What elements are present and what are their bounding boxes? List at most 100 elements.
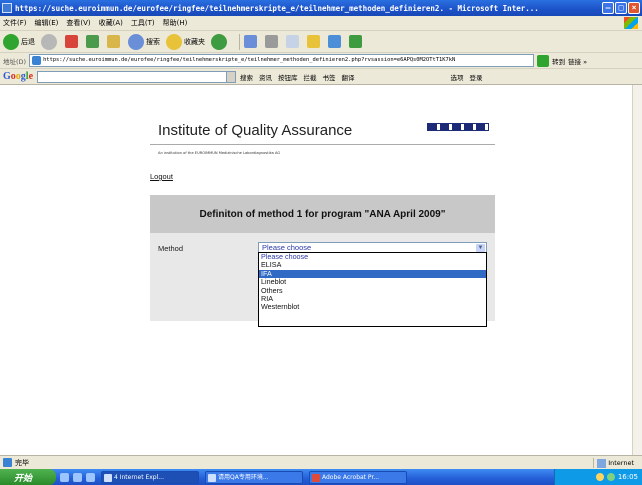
page-icon [32, 56, 42, 65]
google-logo: Google [3, 71, 33, 82]
window-title-bar: https://suche.euroimmun.de/eurofee/ringf… [0, 0, 642, 16]
go-button[interactable]: 转到 [552, 56, 565, 66]
favorites-button[interactable]: 收藏夹 [166, 33, 205, 50]
start-button[interactable]: 开始 [0, 469, 56, 485]
address-input[interactable]: https://suche.euroimmun.de/eurofee/ringf… [29, 54, 535, 67]
address-bar: 地址(D) https://suche.euroimmun.de/eurofee… [0, 53, 642, 69]
windows-logo-icon [624, 17, 638, 29]
google-search-input[interactable] [37, 70, 228, 83]
close-button[interactable]: × [628, 2, 640, 14]
menu-favorites[interactable]: 收藏(A) [99, 18, 123, 28]
page-content: Institute of Quality Assurance An instit… [150, 85, 495, 455]
google-logo-letter: e [28, 71, 34, 82]
acrobat-icon [312, 473, 320, 482]
institute-subtitle: An institution of the EUROIMMUN Medizini… [158, 151, 281, 155]
edit-icon [286, 35, 299, 48]
minimize-button[interactable]: – [602, 2, 614, 14]
option-westernblot[interactable]: Westernblot [259, 302, 486, 311]
task-label: 请用QA专用环境... [218, 473, 269, 481]
research-button[interactable] [349, 35, 364, 48]
security-zone: Internet [573, 458, 634, 468]
logout-link[interactable]: Logout [150, 172, 173, 181]
option-please-choose[interactable]: Please choose [259, 252, 486, 261]
taskbar-item-acrobat[interactable]: Adobe Acrobat Pr... [309, 470, 407, 484]
back-arrow-icon [3, 33, 19, 50]
tray-network-icon[interactable] [606, 473, 615, 481]
history-button[interactable] [211, 33, 229, 50]
window-title: https://suche.euroimmun.de/eurofee/ringf… [15, 3, 539, 13]
links-button[interactable]: 链接 » [568, 56, 587, 66]
forward-button[interactable] [41, 33, 59, 50]
go-arrow-icon[interactable] [537, 54, 550, 67]
back-button[interactable]: 后退 [3, 33, 35, 50]
vertical-scrollbar[interactable] [632, 85, 642, 455]
messenger-icon [328, 35, 341, 48]
maximize-button[interactable]: □ [615, 2, 627, 14]
status-text: 完毕 [15, 458, 29, 467]
standard-toolbar: 后退 搜索 收藏夹 [0, 31, 642, 53]
history-icon [211, 33, 227, 50]
menu-view[interactable]: 查看(V) [66, 18, 90, 28]
menu-help[interactable]: 帮助(H) [163, 18, 188, 28]
google-search-dropdown[interactable] [227, 70, 237, 83]
quicklaunch-desktop-icon[interactable] [73, 472, 82, 482]
google-bookmarks-button[interactable]: 书签 [323, 72, 336, 82]
google-translate-button[interactable]: 翻译 [342, 72, 355, 82]
refresh-icon [86, 35, 99, 48]
option-others[interactable]: Others [259, 286, 486, 295]
option-ifa[interactable]: IFA [259, 269, 486, 279]
folder-icon [307, 35, 320, 48]
window-controls: – □ × [602, 2, 640, 14]
address-url: https://suche.euroimmun.de/eurofee/ringf… [43, 57, 456, 63]
google-news-button[interactable]: 资讯 [259, 72, 272, 82]
address-label: 地址(D) [3, 57, 27, 66]
google-buttons-button[interactable]: 按钮库 [278, 72, 298, 82]
menu-edit[interactable]: 编辑(E) [35, 18, 59, 28]
method-select-value: Please choose [262, 243, 312, 252]
menu-bar: 文件(F) 编辑(E) 查看(V) 收藏(A) 工具(T) 帮助(H) [0, 16, 642, 31]
google-search-button[interactable]: 搜索 [240, 72, 253, 82]
quicklaunch-media-icon[interactable] [86, 472, 95, 482]
window-icon [208, 473, 216, 482]
method-definition-panel: Definiton of method 1 for program "ANA A… [150, 195, 495, 327]
home-button[interactable] [107, 35, 122, 48]
stop-icon [65, 35, 78, 48]
globe-icon [597, 458, 607, 468]
menu-tools[interactable]: 工具(T) [131, 18, 155, 28]
search-label: 搜索 [146, 37, 160, 46]
home-icon [107, 35, 120, 48]
mail-icon [244, 35, 257, 48]
chevron-down-icon[interactable]: ▼ [476, 244, 485, 252]
panel-heading: Definiton of method 1 for program "ANA A… [150, 195, 495, 233]
print-icon [265, 35, 278, 48]
ie-icon [2, 3, 12, 13]
stop-button[interactable] [65, 35, 80, 48]
search-icon [128, 33, 144, 50]
system-tray: 16:05 [554, 469, 642, 485]
search-button[interactable]: 搜索 [128, 33, 160, 50]
edit-button[interactable] [286, 35, 301, 48]
taskbar-item-qa[interactable]: 请用QA专用环境... [205, 470, 303, 484]
tray-status-icon[interactable] [595, 473, 604, 481]
menu-file[interactable]: 文件(F) [3, 18, 27, 28]
mail-button[interactable] [244, 35, 259, 48]
quicklaunch-ie-icon[interactable] [60, 472, 69, 482]
google-logo-letter: G [3, 71, 11, 82]
refresh-button[interactable] [86, 35, 101, 48]
option-lineblot[interactable]: Lineblot [259, 277, 486, 286]
status-divider [593, 458, 595, 468]
task-label: 4 Internet Expl... [114, 473, 164, 481]
page-status-icon [3, 458, 12, 467]
folder-button[interactable] [307, 35, 322, 48]
messenger-button[interactable] [328, 35, 343, 48]
google-popup-blocker[interactable]: 拦截 [304, 72, 317, 82]
google-toolbar: Google 搜索 资讯 按钮库 拦截 书签 翻译 选项 登录 [0, 69, 642, 85]
google-signin-button[interactable]: 登录 [470, 72, 483, 82]
option-elisa[interactable]: ELISA [259, 260, 486, 269]
taskbar-item-ie[interactable]: 4 Internet Expl... [101, 470, 199, 484]
google-options-button[interactable]: 选项 [451, 72, 464, 82]
research-icon [349, 35, 362, 48]
print-button[interactable] [265, 35, 280, 48]
task-label: Adobe Acrobat Pr... [322, 473, 380, 481]
institute-title: Institute of Quality Assurance [158, 122, 353, 139]
